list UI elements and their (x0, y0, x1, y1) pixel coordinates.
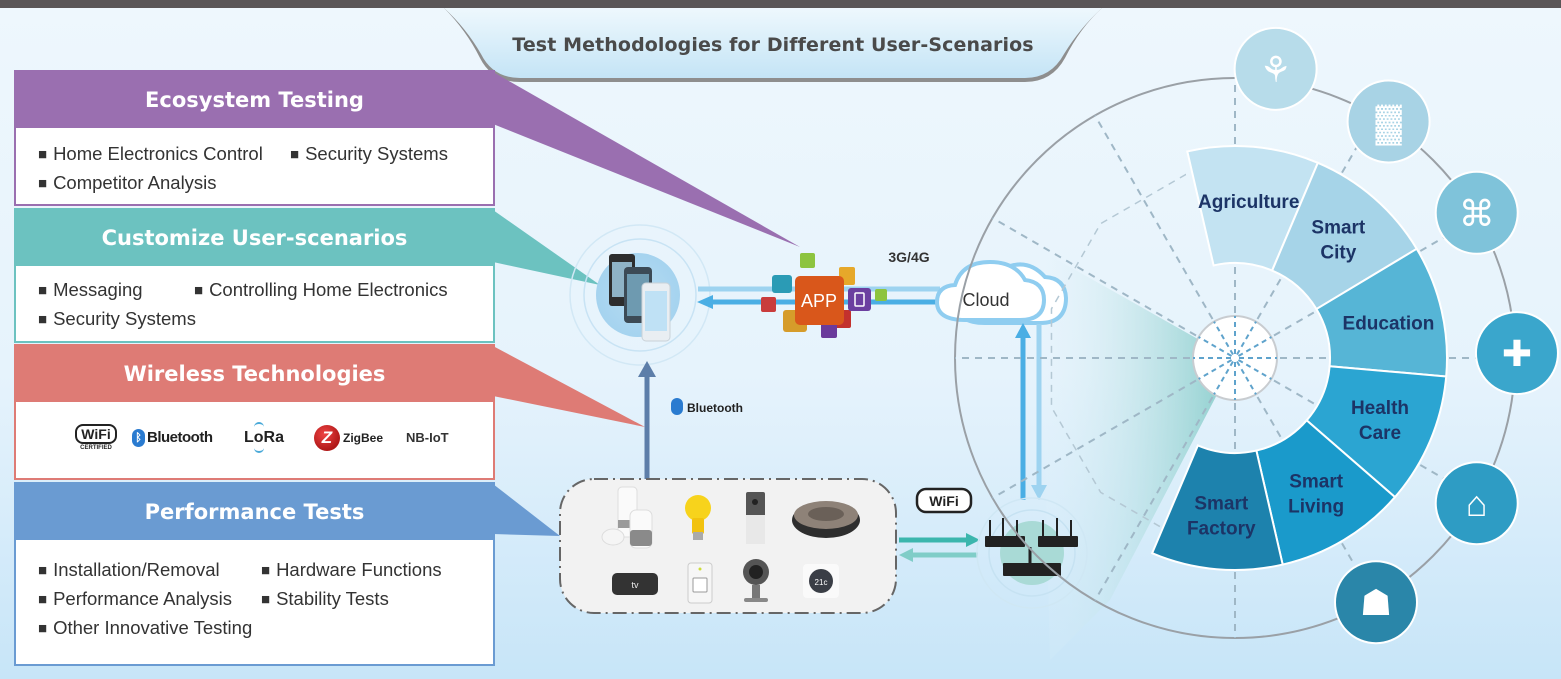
city-icon: ▓ (1346, 79, 1431, 164)
bluetooth-label: Bluetooth (687, 401, 743, 415)
sector-label: Factory (1187, 518, 1256, 539)
sector-label: Health (1351, 398, 1409, 419)
wifi-badge: WiFi (915, 487, 973, 514)
temperature-label: 21c (815, 578, 828, 587)
sector-label: Smart (1289, 472, 1344, 493)
connectivity-diagram: APP 3G/4G Cloud Bluetooth tv 21c WiFi Ag… (559, 26, 1559, 660)
svg-text:⌂: ⌂ (1466, 483, 1488, 524)
sector-label: Living (1288, 497, 1344, 518)
power-app-icon (875, 289, 887, 301)
svg-text:✚: ✚ (1502, 333, 1532, 374)
education-icon: ⌘ (1434, 170, 1519, 255)
bluetooth-icon (671, 398, 683, 415)
arrow-left-icon (697, 295, 713, 309)
sector-label: Agriculture (1198, 192, 1299, 213)
tv-box-icon: tv (612, 573, 658, 595)
lightbulb-app-icon (800, 253, 815, 268)
video-doorbell-icon (746, 492, 765, 544)
sector-label: Smart (1194, 493, 1249, 514)
arrow-left-icon (899, 548, 913, 562)
flower-app-icon (761, 297, 776, 312)
wifi-label: WiFi (929, 493, 958, 509)
router-icon (1038, 518, 1078, 547)
car-app-icon (772, 275, 792, 293)
tv-label: tv (631, 580, 639, 590)
arrow-up-icon (1015, 323, 1031, 338)
app-label: APP (801, 291, 837, 311)
robot-vacuum-icon (792, 501, 860, 538)
smart-plug-icon (687, 562, 713, 604)
sector-label: City (1320, 243, 1356, 264)
sector-label: Education (1343, 314, 1435, 335)
thermostat-icon: 21c (803, 564, 839, 598)
network-label: 3G/4G (888, 249, 929, 265)
svg-text:☗: ☗ (1360, 582, 1392, 623)
sector-label: Smart (1311, 218, 1366, 239)
hub-circle (1192, 315, 1278, 401)
smartphones-group (569, 224, 711, 366)
medical-kit-icon: ✚ (1474, 311, 1559, 396)
tablet-app-icon (848, 288, 871, 311)
svg-text:⚘: ⚘ (1259, 49, 1291, 90)
smart-devices-group: tv 21c (559, 478, 897, 614)
svg-text:⌘: ⌘ (1459, 193, 1495, 234)
smart-home-icon: ⌂ (1434, 461, 1519, 546)
factory-icon: ☗ (1334, 560, 1418, 645)
cloud-label: Cloud (962, 290, 1009, 310)
svg-text:▓: ▓ (1375, 101, 1402, 145)
plant-hand-icon: ⚘ (1233, 26, 1318, 111)
bluetooth-badge: Bluetooth (671, 398, 743, 415)
app-cluster: APP (761, 253, 887, 338)
sector-label: Care (1359, 423, 1401, 444)
